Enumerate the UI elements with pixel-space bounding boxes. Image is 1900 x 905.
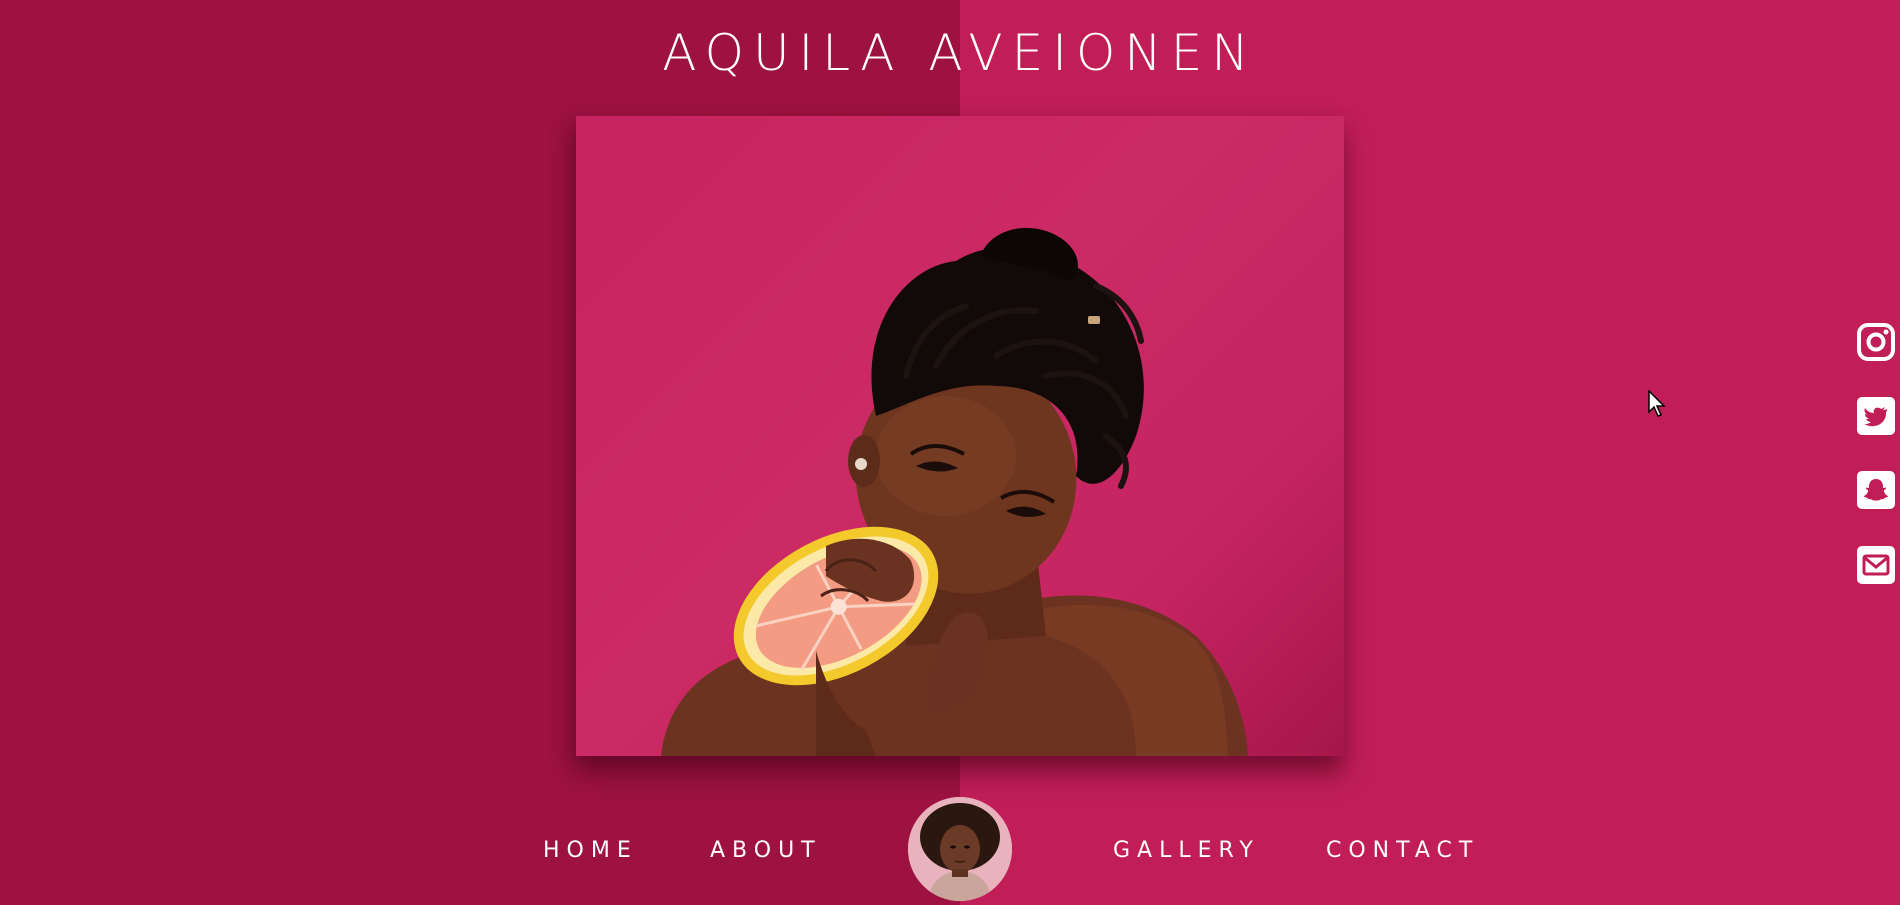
page: AQUILA AVEIONEN HOME ABOUT GALLERY CONTA…	[0, 0, 1900, 905]
nav-contact-link[interactable]: CONTACT	[1326, 838, 1479, 863]
hero-photo	[576, 116, 1344, 756]
instagram-icon[interactable]	[1857, 323, 1895, 361]
snapchat-icon[interactable]	[1857, 471, 1895, 509]
nav-gallery-link[interactable]: GALLERY	[1113, 838, 1260, 863]
twitter-icon[interactable]	[1857, 397, 1895, 435]
email-icon[interactable]	[1857, 546, 1895, 584]
site-title: AQUILA AVEIONEN	[662, 24, 1258, 82]
mouse-cursor-icon	[1648, 389, 1666, 418]
nav-home-link[interactable]: HOME	[543, 838, 638, 863]
avatar[interactable]	[908, 797, 1012, 901]
nav-about-link[interactable]: ABOUT	[710, 838, 822, 863]
